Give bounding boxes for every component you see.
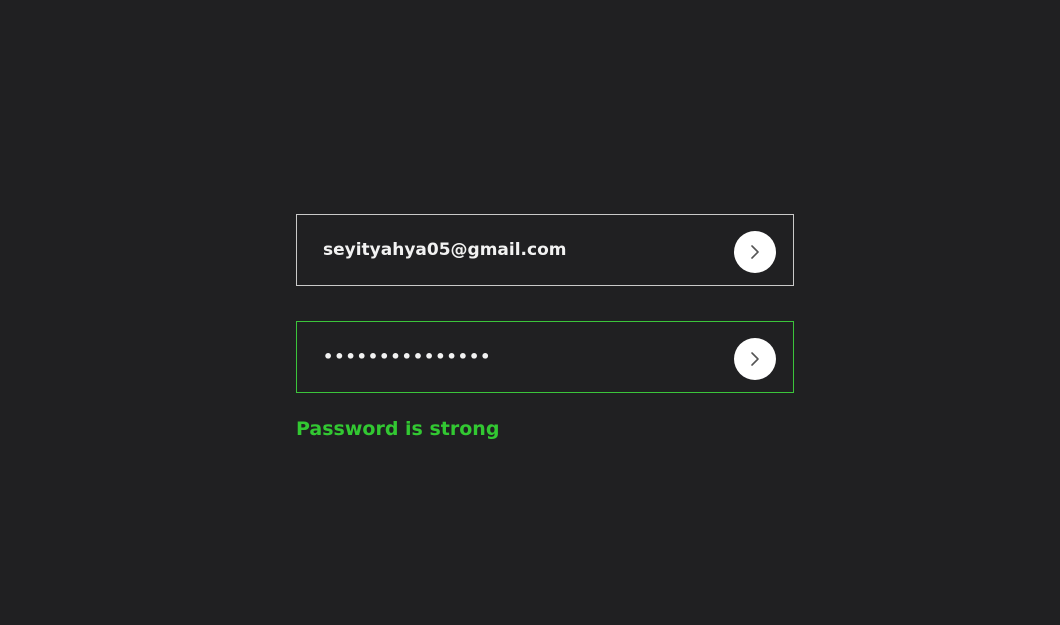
login-page: seyityahya05@gmail.com ••••••••••••••• P… — [0, 0, 1060, 625]
email-submit-button[interactable] — [734, 231, 776, 273]
password-submit-button[interactable] — [734, 338, 776, 380]
chevron-right-icon — [751, 245, 759, 259]
password-value[interactable]: ••••••••••••••• — [323, 321, 491, 393]
password-field[interactable]: ••••••••••••••• — [296, 321, 794, 393]
password-strength-message: Password is strong — [296, 418, 500, 440]
chevron-right-icon — [751, 352, 759, 366]
email-field[interactable]: seyityahya05@gmail.com — [296, 214, 794, 286]
email-value[interactable]: seyityahya05@gmail.com — [323, 214, 567, 286]
